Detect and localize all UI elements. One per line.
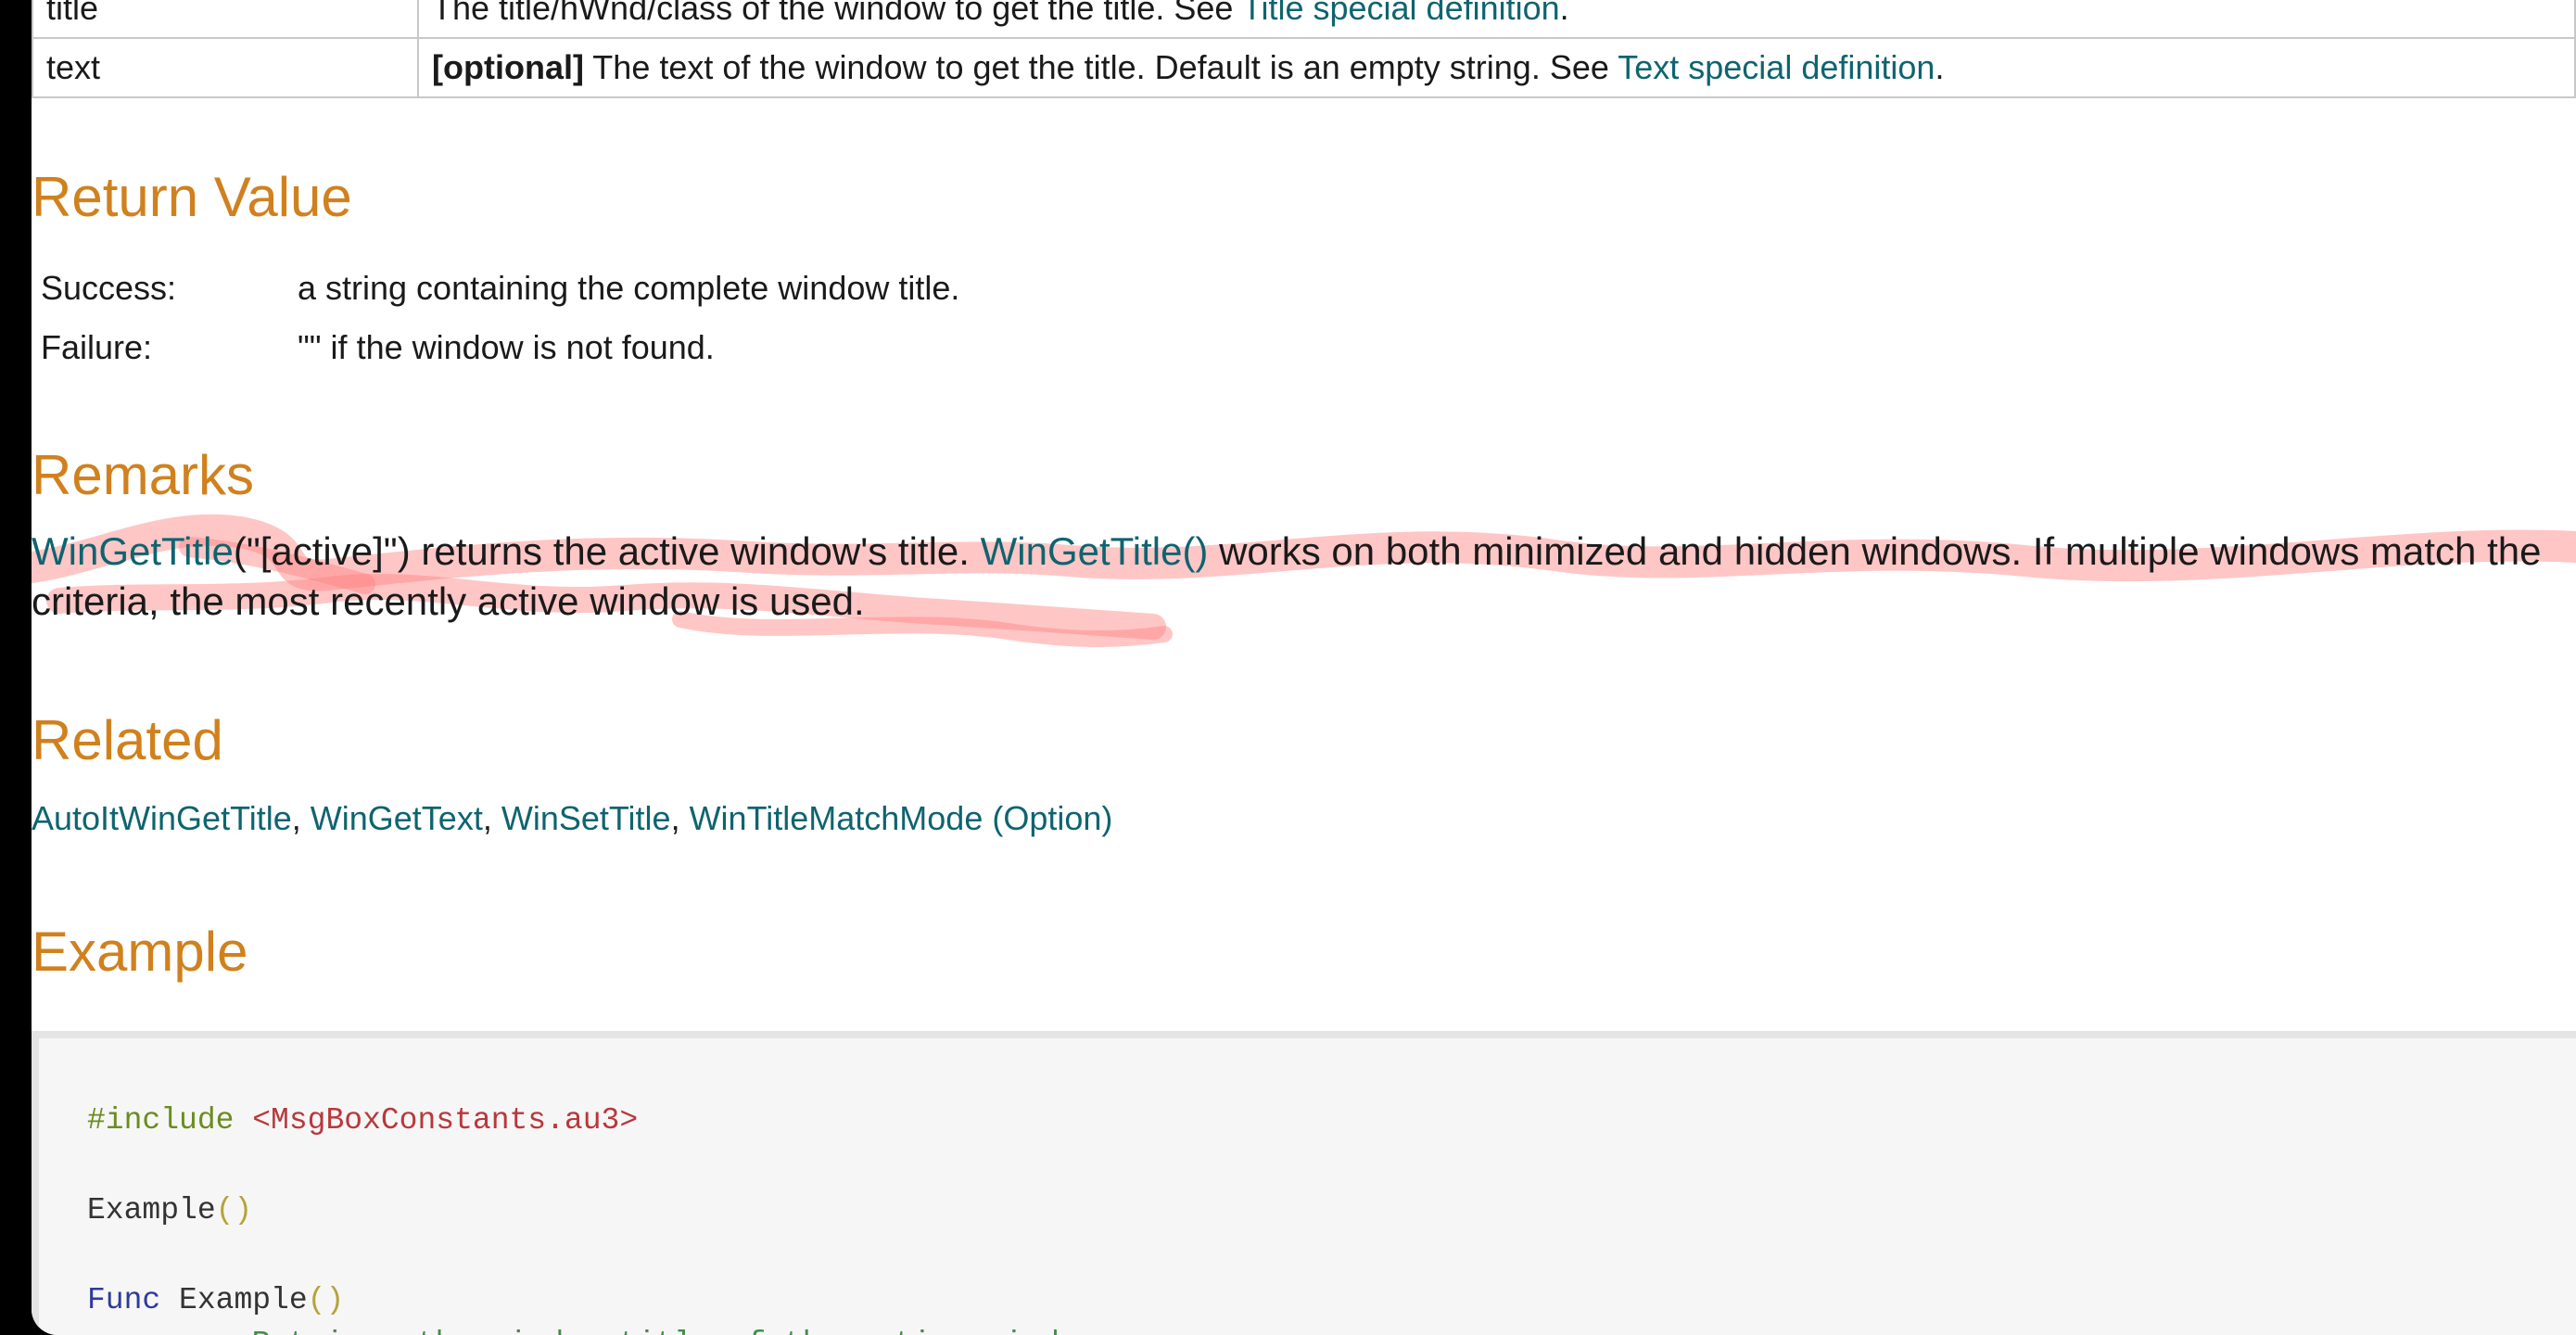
code-include-file: <MsgBoxConstants.au3> — [252, 1103, 639, 1138]
param-row-text: text [optional] The text of the window t… — [32, 37, 2576, 98]
remarks-text-part: ("[active]") returns the active window's… — [233, 529, 981, 573]
code-parens: () — [215, 1193, 253, 1227]
return-label: Success: — [41, 269, 177, 307]
separator: , — [670, 799, 690, 837]
text-special-definition-link[interactable]: Text special definition — [1618, 48, 1935, 86]
related-link-wintitlematchmode[interactable]: WinTitleMatchMode (Option) — [690, 799, 1113, 837]
wingettitle-func-link[interactable]: WinGetTitle() — [981, 529, 1209, 573]
return-value-text: a string containing the complete window … — [298, 269, 960, 307]
param-desc-text: The title/hWnd/class of the window to ge… — [432, 0, 1242, 27]
code-line-call: Example() — [87, 1193, 252, 1227]
return-value-table: Success: a string containing the complet… — [41, 259, 959, 377]
help-page: title The title/hWnd/class of the window… — [32, 0, 2576, 1335]
example-heading: Example — [32, 921, 248, 983]
code-example[interactable]: #include <MsgBoxConstants.au3> Example()… — [32, 1031, 2576, 1335]
return-failure-row: Failure: "" if the window is not found. — [41, 318, 959, 377]
param-description: [optional] The text of the window to get… — [417, 37, 2576, 98]
code-comment: ; Retrieve the window title of the activ… — [215, 1327, 1114, 1335]
param-desc-text: The text of the window to get the title.… — [583, 48, 1618, 86]
param-optional-tag: [optional] — [432, 48, 584, 86]
code-line-func: Func Example() — [87, 1283, 344, 1317]
code-line-include: #include <MsgBoxConstants.au3> — [87, 1103, 638, 1138]
remarks-heading: Remarks — [32, 444, 255, 506]
param-name: text — [32, 37, 419, 98]
code-directive: #include — [87, 1103, 235, 1138]
remarks-text: WinGetTitle("[active]") returns the acti… — [32, 527, 2576, 627]
related-heading: Related — [32, 709, 223, 771]
related-link-wingettext[interactable]: WinGetText — [311, 799, 483, 837]
param-row-title: title The title/hWnd/class of the window… — [32, 0, 2576, 39]
related-links: AutoItWinGetTitle, WinGetText, WinSetTit… — [32, 799, 1112, 838]
return-label: Failure: — [41, 328, 153, 366]
wingettitle-link[interactable]: WinGetTitle — [32, 529, 234, 573]
param-desc-suffix: . — [1935, 48, 1945, 86]
separator: , — [291, 799, 311, 837]
return-value-heading: Return Value — [32, 166, 352, 228]
code-keyword: Func — [87, 1283, 161, 1317]
code-func-name: Example — [179, 1283, 308, 1317]
code-parens: () — [307, 1283, 345, 1317]
return-success-row: Success: a string containing the complet… — [41, 259, 959, 318]
parameters-table: title The title/hWnd/class of the window… — [32, 0, 2576, 98]
related-link-autoitwingettitle[interactable]: AutoItWinGetTitle — [32, 799, 292, 837]
title-special-definition-link[interactable]: Title special definition — [1242, 0, 1560, 27]
code-line-comment: ; Retrieve the window title of the activ… — [215, 1327, 1114, 1335]
code-func-call: Example — [87, 1193, 216, 1227]
param-name: title — [32, 0, 419, 39]
related-link-winsettitle[interactable]: WinSetTitle — [501, 799, 671, 837]
param-desc-suffix: . — [1559, 0, 1569, 27]
return-value-text: "" if the window is not found. — [298, 328, 715, 366]
separator: , — [482, 799, 501, 837]
param-description: The title/hWnd/class of the window to ge… — [417, 0, 2576, 39]
